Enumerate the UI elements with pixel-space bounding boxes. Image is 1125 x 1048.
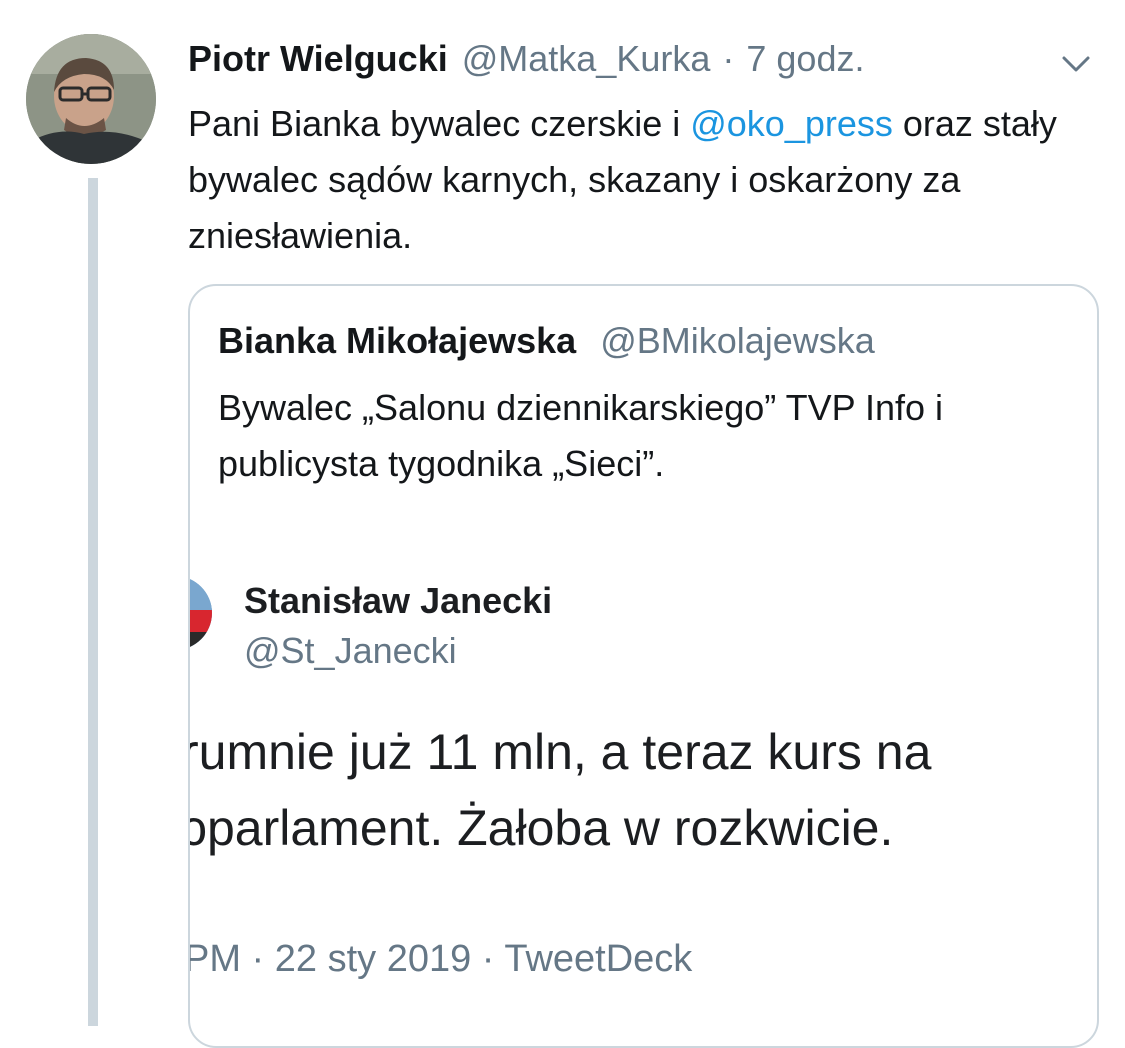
tweet-header: Piotr Wielgucki @Matka_Kurka · 7 godz.: [188, 38, 864, 84]
quoted-author-name: Bianka Mikołajewska: [218, 320, 577, 361]
avatar[interactable]: [26, 34, 156, 164]
chevron-down-icon[interactable]: [1058, 52, 1094, 76]
quoted-tweet-text: Bywalec „Salonu dziennikarskiego” TVP In…: [218, 387, 944, 484]
avatar-photo: [26, 34, 156, 164]
tweet-text: Pani Bianka bywalec czerskie i @oko_pres…: [188, 96, 1088, 264]
thread-connector-line: [88, 178, 98, 1026]
header-separator: ·: [722, 38, 735, 79]
quoted-author-handle: @BMikolajewska: [600, 320, 875, 361]
embedded-avatar: [190, 576, 212, 650]
embedded-tweet-meta: PM · 22 sty 2019 · TweetDeck: [190, 938, 693, 980]
embedded-author-handle: @St_Janecki: [244, 630, 457, 671]
embedded-tweet-screenshot[interactable]: Stanisław Janecki @St_Janecki ɾumnie już…: [190, 566, 1097, 986]
tweet-timestamp[interactable]: 7 godz.: [746, 38, 864, 80]
embedded-text-line: ɾumnie już 11 mln, a teraz kurs na: [190, 724, 932, 780]
quoted-tweet-header: Bianka Mikołajewska @BMikolajewska: [218, 320, 875, 362]
author-handle[interactable]: @Matka_Kurka: [462, 38, 711, 80]
quoted-tweet-card[interactable]: Bianka Mikołajewska @BMikolajewska Bywal…: [188, 284, 1099, 1048]
embedded-text-line: ɔparlament. Żałoba w rozkwicie.: [190, 800, 894, 856]
author-display-name[interactable]: Piotr Wielgucki: [188, 38, 448, 80]
embedded-author-name: Stanisław Janecki: [244, 580, 553, 621]
embedded-tweet-text: ɾumnie już 11 mln, a teraz kurs na ɔparl…: [190, 714, 1097, 866]
tweet-text-part: Pani Bianka bywalec czerskie i: [188, 103, 691, 144]
mention-link[interactable]: @oko_press: [690, 103, 893, 144]
